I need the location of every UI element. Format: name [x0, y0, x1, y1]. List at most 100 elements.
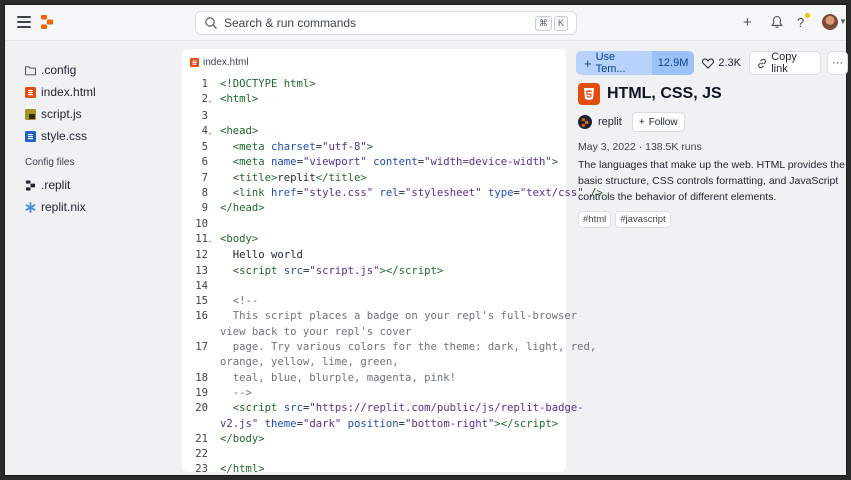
- plus-icon: +: [638, 116, 645, 128]
- link-icon: [758, 58, 766, 68]
- file-name: index.html: [41, 85, 96, 99]
- code-editor[interactable]: index.html 1 <!DOCTYPE html> 2 ⌄ <html> 3 4 ⌄ <h…: [182, 49, 603, 475]
- line-number: 5: [201, 141, 208, 154]
- tag-chip[interactable]: #html: [578, 211, 612, 228]
- code-line[interactable]: 9 </head>: [182, 201, 566, 216]
- file-name: style.css: [41, 129, 88, 143]
- line-content: [214, 109, 220, 124]
- editor-tab[interactable]: index.html: [190, 57, 249, 68]
- code-line[interactable]: 2 ⌄ <html>: [182, 92, 566, 108]
- plus-icon[interactable]: +: [743, 15, 752, 30]
- line-content: </head>: [220, 202, 265, 215]
- code-line[interactable]: 16 This script places a badge on your re…: [182, 309, 577, 324]
- line-content: page. Try various colors for the theme: …: [232, 341, 597, 354]
- html5-icon: [578, 83, 600, 105]
- line-number: 8: [201, 187, 208, 200]
- file-item-replit[interactable]: .replit: [25, 178, 70, 192]
- line-content: [214, 447, 220, 462]
- repl-info-panel: + Use Tem... 12.9M 2.3K Copy link ··· HT…: [574, 41, 848, 477]
- code-line[interactable]: v2.js" theme="dark" position="bottom-rig…: [182, 417, 566, 432]
- code-line[interactable]: 11 ⌄ <body>: [182, 232, 566, 248]
- follow-button[interactable]: + Follow: [631, 112, 685, 132]
- forks-count-button[interactable]: 12.9M: [651, 51, 695, 75]
- line-number: 9: [201, 202, 208, 215]
- line-number: 10: [195, 217, 208, 230]
- owner-row: replit + Follow: [578, 112, 685, 132]
- code-line[interactable]: 4 ⌄ <head>: [182, 124, 566, 140]
- code-line[interactable]: 3: [182, 109, 566, 124]
- line-content: <meta charset="utf-8">: [232, 141, 374, 154]
- code-line[interactable]: 8 <link href="style.css" rel="stylesheet…: [182, 186, 603, 201]
- search-placeholder: Search & run commands: [224, 16, 357, 30]
- line-number: 22: [195, 448, 208, 461]
- line-content: <title>replit</title>: [232, 171, 367, 184]
- code-line[interactable]: 19 -->: [182, 386, 566, 401]
- avatar[interactable]: [822, 14, 838, 30]
- file-item-script-js[interactable]: script.js: [25, 107, 82, 121]
- file-item-index-html[interactable]: index.html: [25, 85, 96, 99]
- css-file-icon: [25, 130, 36, 142]
- html-file-icon: [25, 86, 36, 98]
- plus-icon: +: [584, 55, 592, 71]
- code-line[interactable]: 14: [182, 279, 566, 294]
- like-button[interactable]: 2.3K: [702, 57, 741, 69]
- code-line[interactable]: 15 <!--: [182, 294, 566, 309]
- file-item-replit-nix[interactable]: replit.nix: [25, 200, 86, 214]
- more-options-button[interactable]: ···: [827, 51, 848, 75]
- line-number: 17: [195, 341, 208, 354]
- file-name: replit.nix: [41, 200, 86, 214]
- owner-avatar[interactable]: [578, 115, 592, 129]
- line-number: 16: [195, 310, 208, 323]
- code-line[interactable]: 18 teal, blue, blurple, magenta, pink!: [182, 371, 566, 386]
- line-content: <link href="style.css" rel="stylesheet" …: [232, 187, 603, 200]
- code-line[interactable]: 5 <meta charset="utf-8">: [182, 140, 566, 155]
- line-number: 7: [201, 171, 208, 184]
- repl-description: The languages that make up the web. HTML…: [578, 159, 845, 203]
- code-line[interactable]: 21 </body>: [182, 432, 566, 447]
- likes-count: 2.3K: [718, 57, 741, 69]
- line-number: 6: [201, 156, 208, 169]
- line-number: [182, 355, 208, 370]
- line-number: [182, 417, 208, 432]
- editor-tab-label: index.html: [203, 57, 249, 68]
- code-line[interactable]: 17 page. Try various colors for the them…: [182, 340, 596, 355]
- code-line[interactable]: 12 Hello world: [182, 248, 566, 263]
- code-line[interactable]: 6 <meta name="viewport" content="width=d…: [182, 155, 566, 170]
- menu-icon[interactable]: [17, 16, 31, 28]
- copy-link-button[interactable]: Copy link: [749, 51, 822, 75]
- chevron-down-icon[interactable]: ▼: [839, 17, 847, 26]
- code-line[interactable]: 22: [182, 447, 566, 462]
- line-content: <!DOCTYPE html>: [220, 78, 316, 90]
- code-content[interactable]: 1 <!DOCTYPE html> 2 ⌄ <html> 3 4 ⌄ <head> 5 <meta…: [182, 77, 603, 478]
- line-number: 23: [195, 463, 208, 476]
- line-number: 13: [195, 264, 208, 277]
- help-icon[interactable]: ?: [797, 15, 804, 30]
- line-content: [214, 279, 220, 294]
- use-template-button[interactable]: + Use Tem...: [576, 51, 652, 75]
- code-line[interactable]: 1 <!DOCTYPE html>: [182, 77, 566, 92]
- replit-logo-icon[interactable]: [41, 15, 53, 29]
- search-bar[interactable]: Search & run commands ⌘ K: [195, 11, 577, 35]
- code-line[interactable]: 20 <script src="https://replit.com/publi…: [182, 401, 583, 416]
- code-line[interactable]: 10: [182, 217, 566, 232]
- line-number: 20: [195, 402, 208, 415]
- bell-icon[interactable]: [771, 15, 783, 29]
- code-line[interactable]: 23 </html>: [182, 462, 566, 477]
- shortcut-key: K: [553, 15, 568, 31]
- owner-name[interactable]: replit: [598, 116, 622, 128]
- js-file-icon: [25, 108, 36, 120]
- line-number: 18: [195, 371, 208, 384]
- file-item-style-css[interactable]: style.css: [25, 129, 87, 143]
- heart-icon: [702, 57, 715, 69]
- folder-icon: [25, 65, 36, 75]
- tag-chip[interactable]: #javascript: [615, 211, 671, 228]
- code-line[interactable]: 13 <script src="script.js"></script>: [182, 264, 566, 279]
- code-line[interactable]: view back to your repl's cover: [182, 325, 566, 340]
- code-line[interactable]: 7 <title>replit</title>: [182, 171, 566, 186]
- app-window: Search & run commands ⌘ K + ? ▼ .config …: [4, 4, 848, 477]
- file-item-config[interactable]: .config: [25, 63, 76, 77]
- replit-icon: [25, 179, 36, 191]
- search-icon: [205, 17, 217, 29]
- copy-link-label: Copy link: [771, 51, 797, 75]
- code-line[interactable]: orange, yellow, lime, green,: [182, 355, 566, 370]
